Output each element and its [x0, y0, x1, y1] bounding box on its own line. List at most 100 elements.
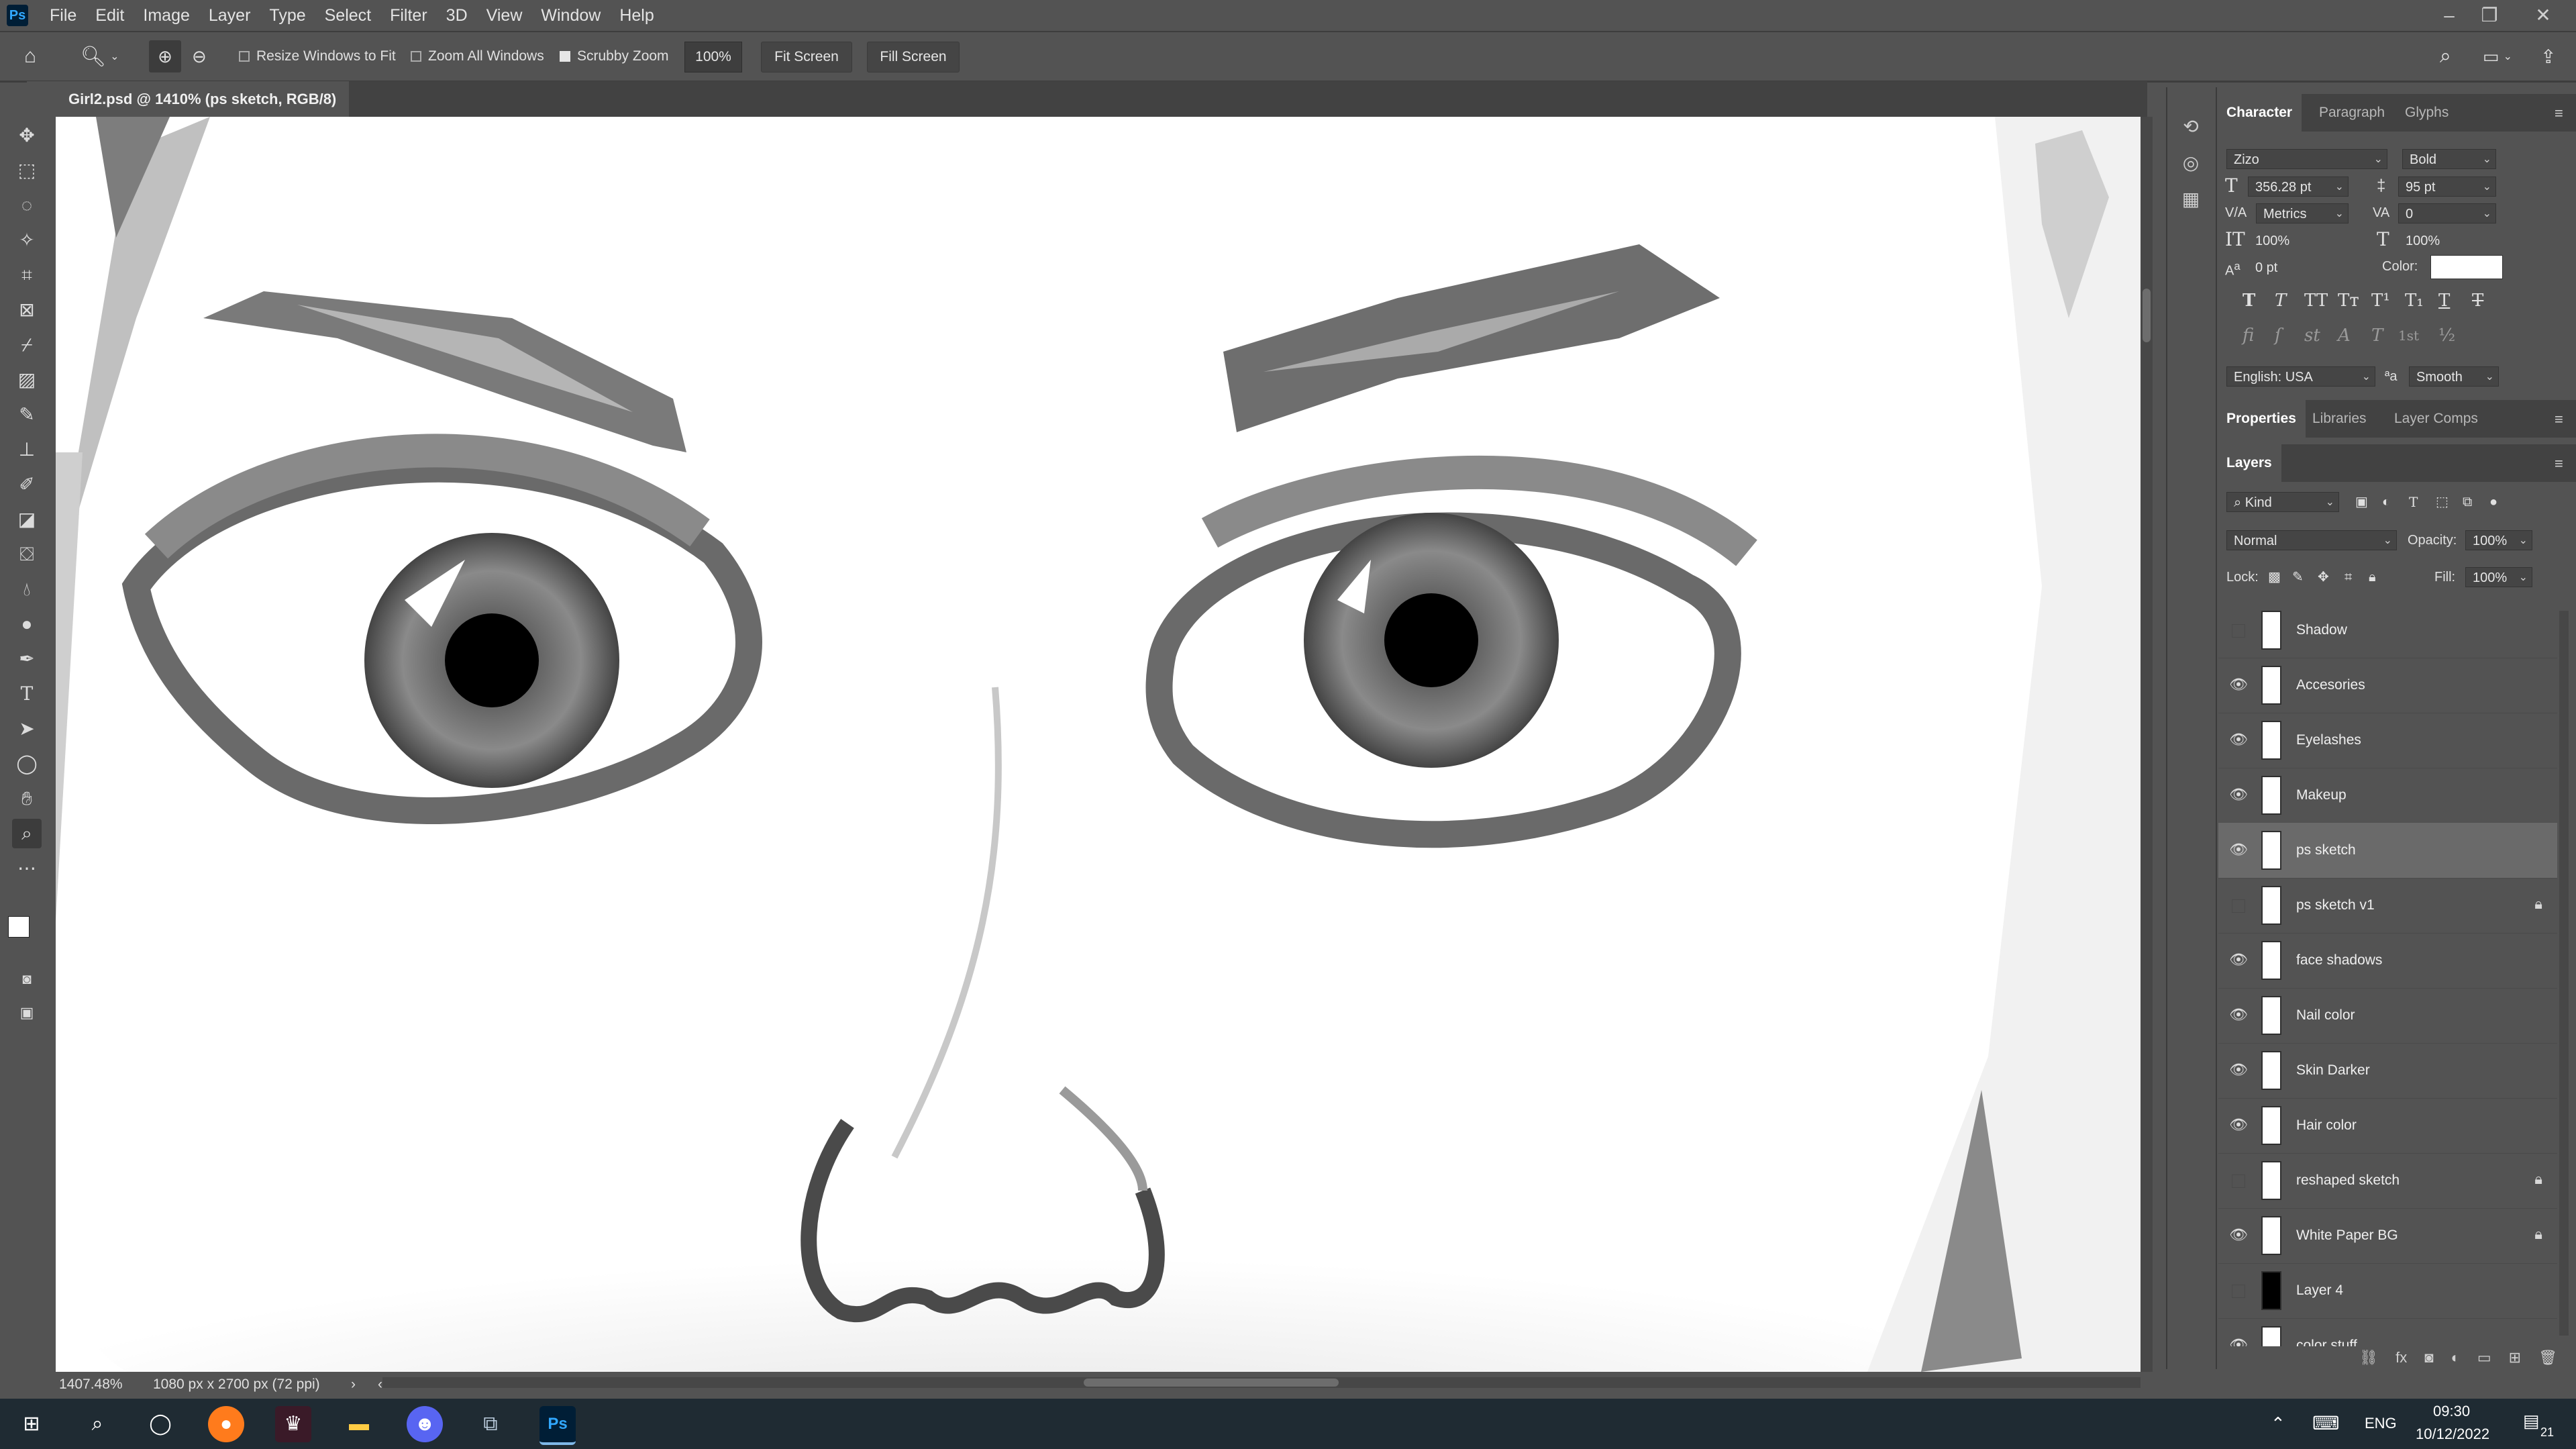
layer-name[interactable]: Hair color: [2296, 1098, 2357, 1153]
menu-file[interactable]: File: [40, 0, 86, 31]
layer-thumbnail[interactable]: [2261, 831, 2281, 870]
ellipse-tool-icon[interactable]: ◯: [12, 749, 42, 779]
cortana-icon[interactable]: ◯: [142, 1406, 178, 1442]
baseline-shift-field[interactable]: 0 pt: [2248, 257, 2322, 277]
filter-toggle-icon[interactable]: ●: [2489, 492, 2497, 512]
document-tab[interactable]: Girl2.psd @ 1410% (ps sketch, RGB/8) ×: [27, 81, 349, 143]
chevron-left-icon[interactable]: ‹: [378, 1372, 382, 1397]
menu-view[interactable]: View: [477, 0, 532, 31]
eye-icon[interactable]: 👁︎: [2229, 1226, 2248, 1244]
layer-row[interactable]: Layer 4: [2218, 1263, 2557, 1319]
panel-menu-icon[interactable]: ≡: [2555, 455, 2571, 472]
history-panel-icon[interactable]: ⟲: [2177, 113, 2205, 141]
layer-thumbnail[interactable]: [2261, 666, 2281, 705]
chevron-right-icon[interactable]: ›: [351, 1372, 356, 1397]
filter-pixel-icon[interactable]: ▣: [2355, 492, 2368, 512]
layer-row[interactable]: 👁︎ White Paper BG 🔒︎: [2218, 1208, 2557, 1264]
zoom-status[interactable]: 1407.48%: [59, 1372, 123, 1397]
ligatures-button[interactable]: fi: [2243, 323, 2254, 348]
table-panel-icon[interactable]: ▦: [2177, 185, 2205, 213]
strikethrough-button[interactable]: T: [2472, 289, 2483, 313]
layer-thumbnail[interactable]: [2261, 1051, 2281, 1090]
faux-italic-button[interactable]: T: [2275, 289, 2286, 313]
visibility-toggle[interactable]: [2232, 624, 2245, 638]
lock-transparent-icon[interactable]: ▩: [2268, 567, 2281, 587]
workspace-icon[interactable]: ▭ ⌄: [2483, 32, 2512, 81]
menu-help[interactable]: Help: [610, 0, 663, 31]
eye-icon[interactable]: 👁︎: [2229, 730, 2248, 749]
ordinals-button[interactable]: 1st: [2398, 323, 2419, 348]
tab-layer-comps[interactable]: Layer Comps: [2385, 400, 2487, 438]
windows-start-icon[interactable]: ⊞: [13, 1406, 50, 1442]
faux-bold-button[interactable]: T: [2243, 289, 2255, 313]
tracking-field[interactable]: 0 ⌄: [2398, 203, 2496, 223]
minimize-icon[interactable]: –: [2429, 0, 2469, 31]
tab-layers[interactable]: Layers: [2217, 444, 2281, 482]
frame-tool-icon[interactable]: ⊠: [12, 295, 42, 325]
layer-name[interactable]: Makeup: [2296, 768, 2347, 823]
layer-name[interactable]: ps sketch: [2296, 823, 2356, 878]
font-family-select[interactable]: Zizo ⌄: [2226, 149, 2387, 169]
layer-thumbnail[interactable]: [2261, 721, 2281, 760]
layer-row[interactable]: 👁︎ Eyelashes: [2218, 713, 2557, 768]
horizontal-scale-field[interactable]: 100%: [2398, 230, 2472, 250]
new-layer-icon[interactable]: ⊞: [2509, 1346, 2521, 1369]
vertical-scrollbar[interactable]: [2141, 117, 2153, 1372]
layer-name[interactable]: ps sketch v1: [2296, 878, 2375, 933]
scroll-thumb[interactable]: [2143, 289, 2151, 342]
path-selection-tool-icon[interactable]: ➤: [12, 714, 42, 744]
zoom-in-icon[interactable]: ⊕: [149, 40, 181, 72]
share-icon[interactable]: ⇪: [2540, 32, 2556, 81]
layer-thumbnail[interactable]: [2261, 941, 2281, 980]
dodge-tool-icon[interactable]: ●: [12, 609, 42, 639]
eye-icon[interactable]: 👁︎: [2229, 1336, 2248, 1346]
lock-all-icon[interactable]: 🔒︎: [2369, 567, 2376, 587]
marquee-tool-icon[interactable]: ⬚: [12, 156, 42, 185]
layer-name[interactable]: Skin Darker: [2296, 1043, 2370, 1098]
titling-button[interactable]: T: [2371, 323, 2383, 348]
eraser-tool-icon[interactable]: ◪: [12, 505, 42, 534]
panel-menu-icon[interactable]: ≡: [2555, 105, 2571, 122]
antialias-select[interactable]: Smooth ⌄: [2409, 366, 2499, 387]
network-app-icon[interactable]: ⧉: [472, 1406, 509, 1442]
layer-thumbnail[interactable]: [2261, 611, 2281, 650]
lasso-tool-icon[interactable]: ◌: [12, 191, 42, 220]
layer-row[interactable]: 👁︎ Makeup: [2218, 768, 2557, 823]
zoom-percent-field[interactable]: 100%: [684, 42, 742, 72]
layer-thumbnail[interactable]: [2261, 1106, 2281, 1145]
clock-date[interactable]: 10/12/2022: [2416, 1426, 2489, 1443]
layer-thumbnail[interactable]: [2261, 1216, 2281, 1255]
menu-image[interactable]: Image: [134, 0, 199, 31]
subscript-button[interactable]: T₁: [2405, 289, 2424, 313]
keyboard-icon[interactable]: ⌨: [2312, 1412, 2339, 1434]
menu-layer[interactable]: Layer: [199, 0, 260, 31]
tab-glyphs[interactable]: Glyphs: [2395, 94, 2458, 132]
layer-filter-select[interactable]: ⌕ Kind ⌄: [2226, 492, 2339, 512]
underline-button[interactable]: T: [2438, 289, 2450, 313]
layer-thumbnail[interactable]: [2261, 1161, 2281, 1200]
leading-field[interactable]: 95 pt ⌄: [2398, 177, 2496, 197]
layer-name[interactable]: face shadows: [2296, 933, 2382, 988]
language-select[interactable]: English: USA ⌄: [2226, 366, 2375, 387]
eye-icon[interactable]: 👁︎: [2229, 675, 2248, 694]
layer-row[interactable]: 👁︎ Nail color: [2218, 988, 2557, 1044]
text-color-swatch[interactable]: [2430, 255, 2503, 279]
visibility-toggle[interactable]: [2232, 1175, 2245, 1188]
font-size-field[interactable]: 356.28 pt ⌄: [2248, 177, 2349, 197]
chevron-up-icon[interactable]: ⌃: [2271, 1413, 2285, 1434]
clock-time[interactable]: 09:30: [2433, 1403, 2470, 1420]
swash-button[interactable]: A: [2338, 323, 2351, 348]
layer-name[interactable]: color stuff: [2296, 1318, 2357, 1346]
layer-name[interactable]: Nail color: [2296, 988, 2355, 1043]
tab-character[interactable]: Character: [2217, 94, 2302, 132]
layer-row[interactable]: 👁︎ color stuff: [2218, 1318, 2557, 1346]
hand-tool-icon[interactable]: ✋︎: [12, 784, 42, 813]
panel-menu-icon[interactable]: ≡: [2555, 411, 2571, 428]
foreground-color-swatch[interactable]: [8, 916, 30, 938]
zoom-tool-icon[interactable]: ⌕: [12, 819, 42, 848]
new-group-icon[interactable]: ▭: [2477, 1346, 2491, 1369]
more-tools-icon[interactable]: ⋯: [12, 854, 42, 883]
layer-row[interactable]: 👁︎ face shadows: [2218, 933, 2557, 989]
add-mask-icon[interactable]: ◙: [2424, 1346, 2433, 1369]
tab-libraries[interactable]: Libraries: [2303, 400, 2376, 438]
